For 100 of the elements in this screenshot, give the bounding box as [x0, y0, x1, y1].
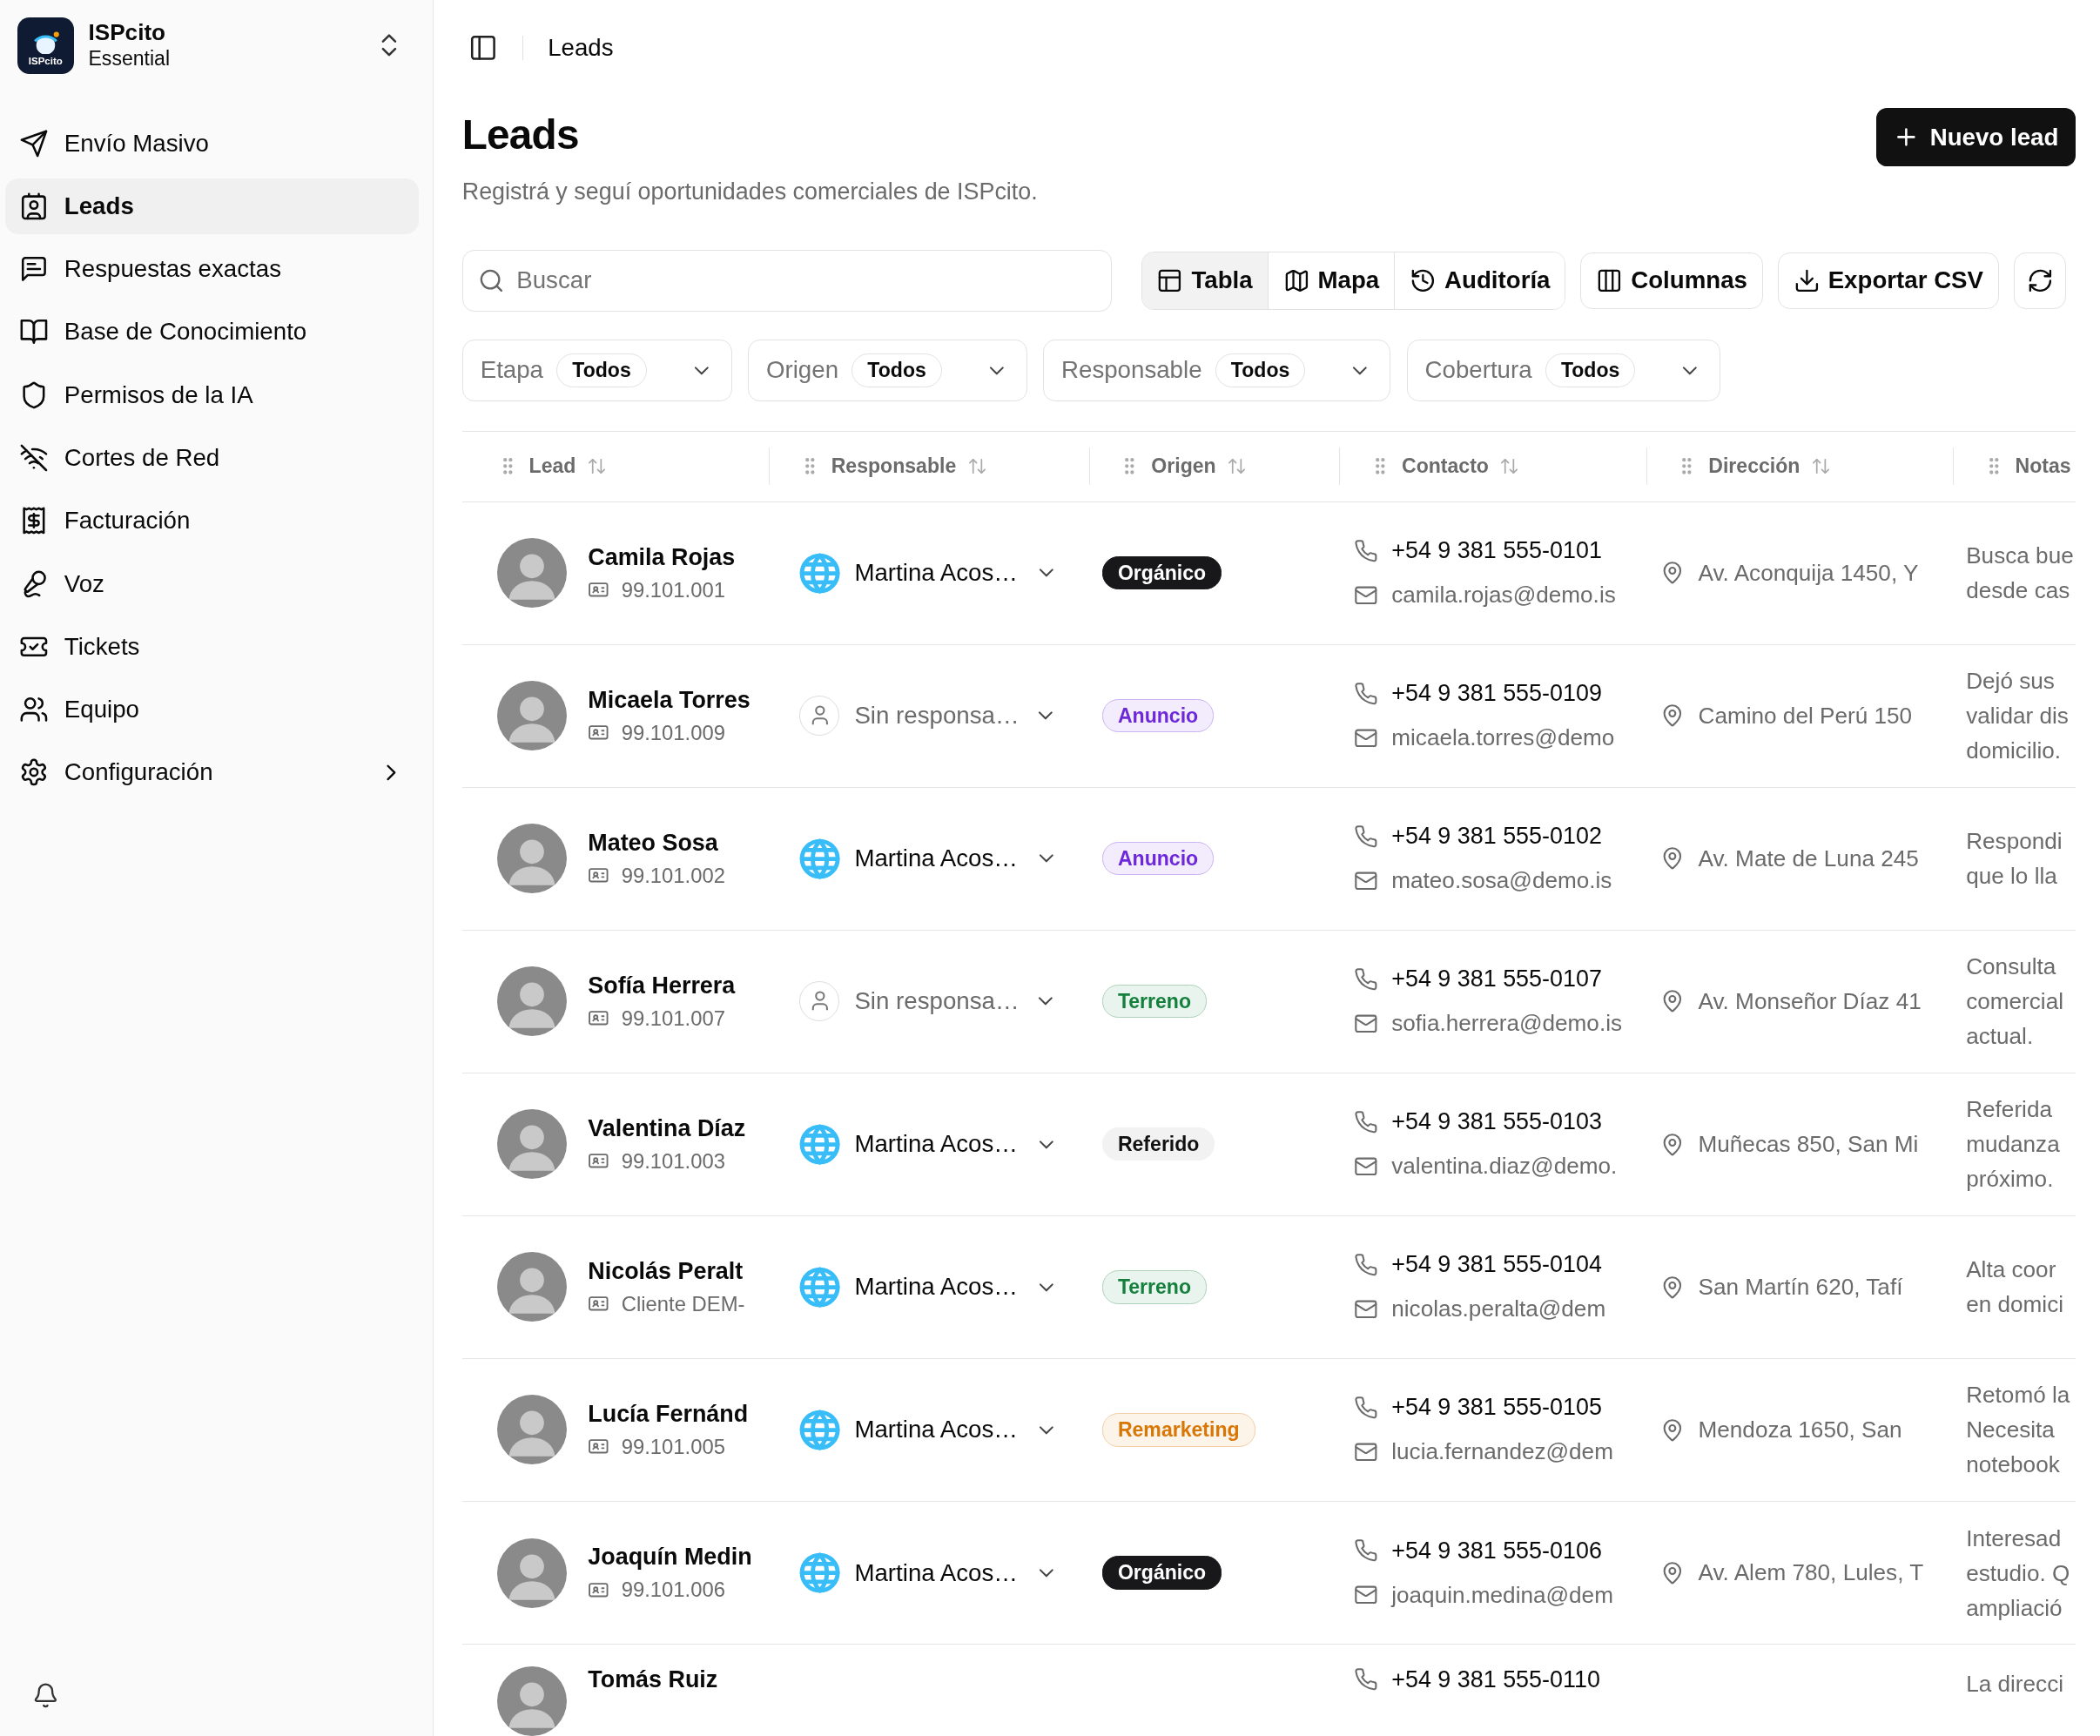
lead-name[interactable]: Joaquín Medin [588, 1544, 752, 1571]
owner-select[interactable]: Sin responsa… [798, 981, 1059, 1022]
lead-name[interactable]: Nicolás Peralt [588, 1258, 745, 1286]
sidebar-item[interactable]: Base de Conocimiento [5, 304, 419, 360]
origin-badge: Terreno [1102, 985, 1207, 1019]
toolbar-button[interactable]: Columnas [1580, 252, 1763, 309]
lead-name[interactable]: Micaela Torres [588, 686, 750, 714]
sidebar-item[interactable]: Voz [5, 555, 419, 612]
history-icon [1410, 267, 1437, 294]
lead-name[interactable]: Sofía Herrera [588, 972, 736, 999]
origin-badge: Referido [1102, 1127, 1215, 1161]
globe-icon [798, 1408, 841, 1452]
workspace-name: ISPcito [88, 19, 167, 47]
sidebar-item[interactable]: Equipo [5, 681, 419, 738]
owner-select[interactable]: Martina Acos… [798, 837, 1059, 880]
phone-number: +54 9 381 555-0104 [1391, 1251, 1602, 1279]
sidebar-item[interactable]: Envío Masivo [5, 115, 419, 172]
owner-select[interactable]: Martina Acos… [798, 1265, 1059, 1309]
phone-number: +54 9 381 555-0101 [1391, 537, 1602, 565]
phone-number: +54 9 381 555-0106 [1391, 1537, 1602, 1564]
lead-notes: Respondi que lo lla [1965, 827, 2063, 892]
wifi-off-icon [18, 443, 49, 473]
address: San Martín 620, Tafí [1698, 1273, 1903, 1301]
client-id: 99.101.005 [621, 1434, 725, 1459]
owner-select[interactable]: Martina Acos… [798, 1408, 1059, 1452]
phone-number: +54 9 381 555-0107 [1391, 966, 1602, 993]
phone-number: +54 9 381 555-0103 [1391, 1108, 1602, 1136]
address: Av. Monseñor Díaz 41 [1698, 987, 1922, 1015]
view-tab[interactable]: Auditoría [1394, 252, 1565, 309]
column-header[interactable]: Contacto [1402, 454, 1489, 479]
phone-icon [1354, 1110, 1378, 1134]
owner-select[interactable]: Martina Acos… [798, 551, 1059, 595]
origin-badge: Anuncio [1102, 842, 1215, 876]
owner-select[interactable]: Sin responsa… [798, 696, 1059, 737]
filter-dropdown[interactable]: Etapa Todos [461, 340, 732, 401]
phone-icon [1354, 824, 1378, 849]
origin-badge: Anuncio [1102, 699, 1215, 733]
lead-name[interactable]: Mateo Sosa [588, 829, 725, 857]
column-header[interactable]: Dirección [1708, 454, 1800, 479]
email-address: micaela.torres@demo [1391, 724, 1615, 752]
users-icon [18, 695, 49, 724]
refresh-button[interactable] [2013, 252, 2067, 309]
column-header[interactable]: Origen [1151, 454, 1216, 479]
filter-dropdown[interactable]: Responsable Todos [1043, 340, 1391, 401]
phone-number: +54 9 381 555-0102 [1391, 823, 1602, 851]
view-tab[interactable]: Tabla [1141, 252, 1268, 309]
new-lead-button[interactable]: Nuevo lead [1876, 107, 2076, 167]
send-icon [18, 128, 49, 158]
origin-badge: Orgánico [1102, 1556, 1222, 1590]
toolbar-button[interactable]: Exportar CSV [1777, 252, 1999, 309]
phone-number: +54 9 381 555-0105 [1391, 1394, 1602, 1422]
phone-icon [1354, 681, 1378, 706]
client-id: 99.101.009 [621, 720, 725, 745]
workspace-plan: Essential [88, 46, 172, 72]
phone-icon [1354, 1253, 1378, 1277]
origin-badge: Orgánico [1102, 556, 1222, 590]
sidebar-item[interactable]: Cortes de Red [5, 429, 419, 487]
client-id: 99.101.007 [621, 1006, 725, 1031]
phone-icon [1354, 967, 1378, 992]
owner-select[interactable]: Martina Acos… [798, 1551, 1059, 1595]
lead-name[interactable]: Tomás Ruiz [588, 1665, 718, 1693]
email-address: camila.rojas@demo.is [1391, 582, 1616, 609]
lead-notes: Retomó la Necesita notebook [1965, 1381, 2070, 1480]
breadcrumb: Leads [548, 33, 614, 62]
phone-icon [1354, 1396, 1378, 1420]
sidebar-item[interactable]: Respuestas exactas [5, 240, 419, 298]
phone-number: +54 9 381 555-0109 [1391, 680, 1602, 708]
column-header[interactable]: Lead [528, 454, 576, 479]
address: Av. Aconquija 1450, Y [1698, 559, 1919, 587]
lead-notes: Interesad estudio. Q ampliació [1965, 1524, 2070, 1623]
lead-notes: Referida mudanza próximo. [1965, 1095, 2060, 1194]
sidebar-item[interactable]: Configuración [5, 744, 419, 801]
lead-name[interactable]: Lucía Fernánd [588, 1401, 749, 1429]
phone-icon [1354, 538, 1378, 563]
globe-icon [798, 1122, 841, 1166]
sidebar-item[interactable]: Facturación [5, 492, 419, 549]
filter-dropdown[interactable]: Origen Todos [748, 340, 1027, 401]
owner-select[interactable]: Martina Acos… [798, 1122, 1059, 1166]
origin-badge: Remarketing [1102, 1413, 1255, 1447]
column-header[interactable]: Notas [2015, 454, 2071, 479]
address: Muñecas 850, San Mi [1698, 1130, 1919, 1158]
sidebar-item[interactable]: Tickets [5, 618, 419, 676]
lead-name[interactable]: Camila Rojas [588, 543, 736, 571]
filter-dropdown[interactable]: Cobertura Todos [1406, 340, 1721, 401]
address: Av. Mate de Luna 245 [1698, 844, 1919, 872]
globe-icon [798, 1551, 841, 1595]
column-header[interactable]: Responsable [831, 454, 957, 479]
search-icon [478, 267, 505, 294]
email-address: mateo.sosa@demo.is [1391, 867, 1612, 895]
sidebar-item[interactable]: Permisos de la IA [5, 367, 419, 423]
lead-name[interactable]: Valentina Díaz [588, 1115, 746, 1142]
lead-notes: Alta coor en domici [1965, 1255, 2064, 1320]
phone-number: +54 9 381 555-0110 [1391, 1665, 1600, 1693]
page-title: Leads [461, 110, 580, 159]
email-address: lucia.fernandez@dem [1391, 1438, 1613, 1466]
sidebar-item[interactable]: Leads [5, 178, 419, 235]
globe-icon [798, 837, 841, 880]
search-field[interactable]: Buscar [461, 250, 1112, 312]
logo-text: ISPcito [28, 57, 63, 67]
client-id: 99.101.003 [621, 1148, 725, 1174]
